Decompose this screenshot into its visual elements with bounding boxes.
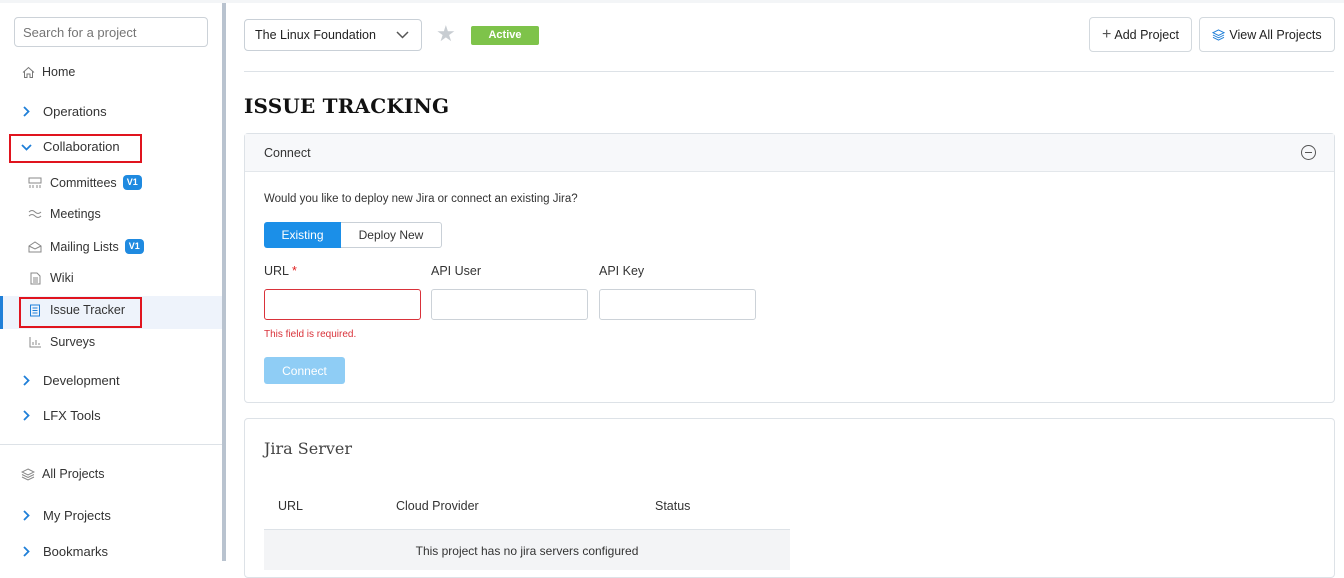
jira-server-panel: Jira Server URL Cloud Provider Status Th…	[244, 418, 1335, 578]
committee-icon	[28, 176, 42, 190]
required-mark: *	[292, 264, 297, 278]
project-select[interactable]: The Linux Foundation	[244, 19, 422, 51]
connect-panel-title: Connect	[264, 146, 311, 160]
sidebar-divider	[0, 444, 222, 445]
sidebar-item-issue-tracker[interactable]: Issue Tracker	[0, 303, 222, 317]
column-header-url: URL	[278, 499, 304, 513]
bar-chart-icon	[28, 335, 42, 349]
empty-message: This project has no jira servers configu…	[415, 544, 639, 558]
sidebar-item-label: Development	[43, 373, 120, 388]
table-empty-row: This project has no jira servers configu…	[264, 530, 790, 570]
url-error-message: This field is required.	[264, 329, 357, 340]
mail-icon	[28, 240, 42, 254]
status-badge: Active	[471, 26, 539, 45]
version-badge: V1	[124, 239, 144, 254]
sidebar-item-home[interactable]: Home	[0, 65, 222, 79]
column-header-cloud-provider: Cloud Provider	[396, 499, 479, 513]
column-header-status: Status	[655, 499, 691, 513]
jira-server-title: Jira Server	[264, 439, 353, 458]
api-key-field[interactable]	[599, 289, 756, 320]
sidebar-item-label: Committees	[50, 175, 117, 190]
sidebar-item-label: Bookmarks	[43, 544, 109, 559]
meetings-icon	[28, 207, 42, 221]
connect-panel-header[interactable]: Connect	[245, 134, 1334, 172]
chevron-right-icon	[19, 375, 33, 386]
sidebar-item-surveys[interactable]: Surveys	[0, 335, 222, 349]
plus-icon: +	[1102, 25, 1112, 43]
sidebar-item-label: My Projects	[43, 508, 111, 523]
chevron-down-icon	[396, 20, 409, 60]
sidebar-item-label: Wiki	[50, 271, 74, 285]
project-select-value: The Linux Foundation	[255, 28, 376, 42]
view-all-projects-button[interactable]: View All Projects	[1199, 17, 1335, 52]
layers-icon	[21, 467, 35, 481]
sidebar-item-label: Operations	[43, 104, 107, 119]
tab-deploy-new[interactable]: Deploy New	[341, 222, 442, 248]
deploy-question: Would you like to deploy new Jira or con…	[264, 193, 578, 205]
star-icon[interactable]: ★	[436, 23, 456, 45]
home-icon	[21, 65, 35, 79]
sidebar-item-mailing-lists[interactable]: Mailing Lists V1	[0, 239, 222, 254]
issue-tracker-icon	[28, 303, 42, 317]
header-divider	[244, 71, 1334, 72]
chevron-right-icon	[19, 106, 33, 117]
sidebar-item-lfx-tools[interactable]: LFX Tools	[0, 408, 222, 423]
chevron-right-icon	[19, 546, 33, 557]
document-icon	[28, 271, 42, 285]
sidebar-item-committees[interactable]: Committees V1	[0, 175, 222, 190]
collapse-icon[interactable]	[1301, 145, 1316, 160]
version-badge: V1	[122, 175, 142, 190]
sidebar-item-label: LFX Tools	[43, 408, 101, 423]
layers-icon	[1212, 28, 1226, 41]
connect-panel: Connect Would you like to deploy new Jir…	[244, 133, 1335, 403]
sidebar: Home Operations Collaboration Committees…	[0, 3, 222, 561]
sidebar-item-my-projects[interactable]: My Projects	[0, 508, 222, 523]
sidebar-item-meetings[interactable]: Meetings	[0, 207, 222, 221]
sidebar-item-label: Collaboration	[43, 139, 120, 154]
sidebar-item-bookmarks[interactable]: Bookmarks	[0, 544, 222, 559]
api-key-label: API Key	[599, 264, 645, 278]
sidebar-item-label: Home	[42, 65, 76, 79]
sidebar-item-label: Surveys	[50, 335, 96, 349]
add-project-button[interactable]: + Add Project	[1089, 17, 1192, 52]
sidebar-item-collaboration[interactable]: Collaboration	[0, 139, 222, 154]
url-label: URL *	[264, 264, 297, 278]
api-user-label: API User	[431, 264, 482, 278]
api-user-field[interactable]	[431, 289, 588, 320]
sidebar-item-operations[interactable]: Operations	[0, 104, 222, 119]
sidebar-item-label: All Projects	[42, 467, 105, 481]
chevron-down-icon	[19, 143, 33, 151]
view-all-projects-label: View All Projects	[1229, 27, 1322, 42]
connect-button[interactable]: Connect	[264, 357, 345, 384]
page-title: ISSUE TRACKING	[244, 94, 450, 118]
chevron-right-icon	[19, 510, 33, 521]
sidebar-item-label: Mailing Lists	[50, 239, 119, 254]
sidebar-item-label: Meetings	[50, 207, 101, 221]
sidebar-item-wiki[interactable]: Wiki	[0, 271, 222, 285]
chevron-right-icon	[19, 410, 33, 421]
main-content: The Linux Foundation ★ Active + Add Proj…	[226, 3, 1344, 578]
url-field[interactable]	[264, 289, 421, 320]
add-project-label: Add Project	[1114, 27, 1179, 42]
sidebar-item-all-projects[interactable]: All Projects	[0, 467, 222, 481]
url-label-text: URL	[264, 264, 289, 278]
tab-existing[interactable]: Existing	[264, 222, 341, 248]
sidebar-item-development[interactable]: Development	[0, 373, 222, 388]
sidebar-item-label: Issue Tracker	[50, 303, 126, 317]
search-input[interactable]	[14, 17, 208, 47]
